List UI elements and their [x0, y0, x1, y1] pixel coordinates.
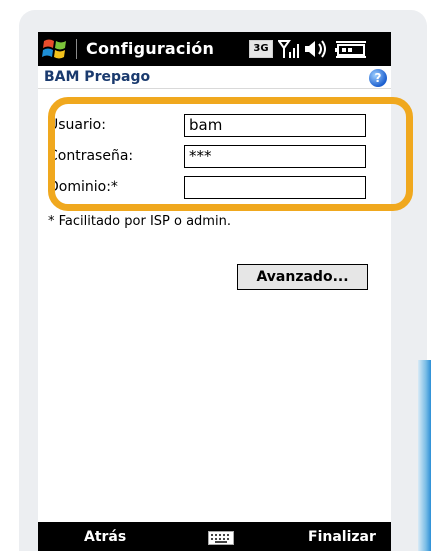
title-separator [76, 39, 77, 59]
volume-icon[interactable] [304, 39, 330, 59]
keyboard-icon[interactable] [208, 530, 234, 545]
battery-icon[interactable] [334, 40, 368, 58]
windows-start-icon[interactable] [42, 37, 68, 61]
user-input[interactable]: bam [184, 114, 366, 137]
password-input[interactable]: *** [184, 145, 366, 168]
password-label: Contraseña: [48, 148, 134, 164]
softkey-bar: Atrás Finalizar [38, 522, 391, 551]
card-edge-shadow [418, 360, 431, 551]
network-3g-icon[interactable]: 3G [249, 40, 273, 58]
page-subheader: BAM Prepago ? [38, 66, 391, 89]
app-title: Configuración [86, 39, 215, 58]
advanced-button[interactable]: Avanzado... [237, 264, 368, 290]
finish-softkey[interactable]: Finalizar [308, 529, 376, 545]
title-bar: Configuración 3G [38, 32, 391, 66]
page-title: BAM Prepago [44, 69, 151, 85]
user-label: Usuario: [48, 117, 106, 133]
device-screen: Configuración 3G BAM Prepago ? Usuario: … [38, 32, 391, 551]
footnote-text: * Facilitado por ISP o admin. [48, 214, 231, 229]
domain-input[interactable] [184, 176, 366, 199]
signal-strength-icon[interactable] [277, 38, 300, 60]
back-softkey[interactable]: Atrás [84, 529, 126, 545]
help-icon[interactable]: ? [369, 69, 387, 87]
domain-label: Dominio:* [48, 179, 118, 195]
